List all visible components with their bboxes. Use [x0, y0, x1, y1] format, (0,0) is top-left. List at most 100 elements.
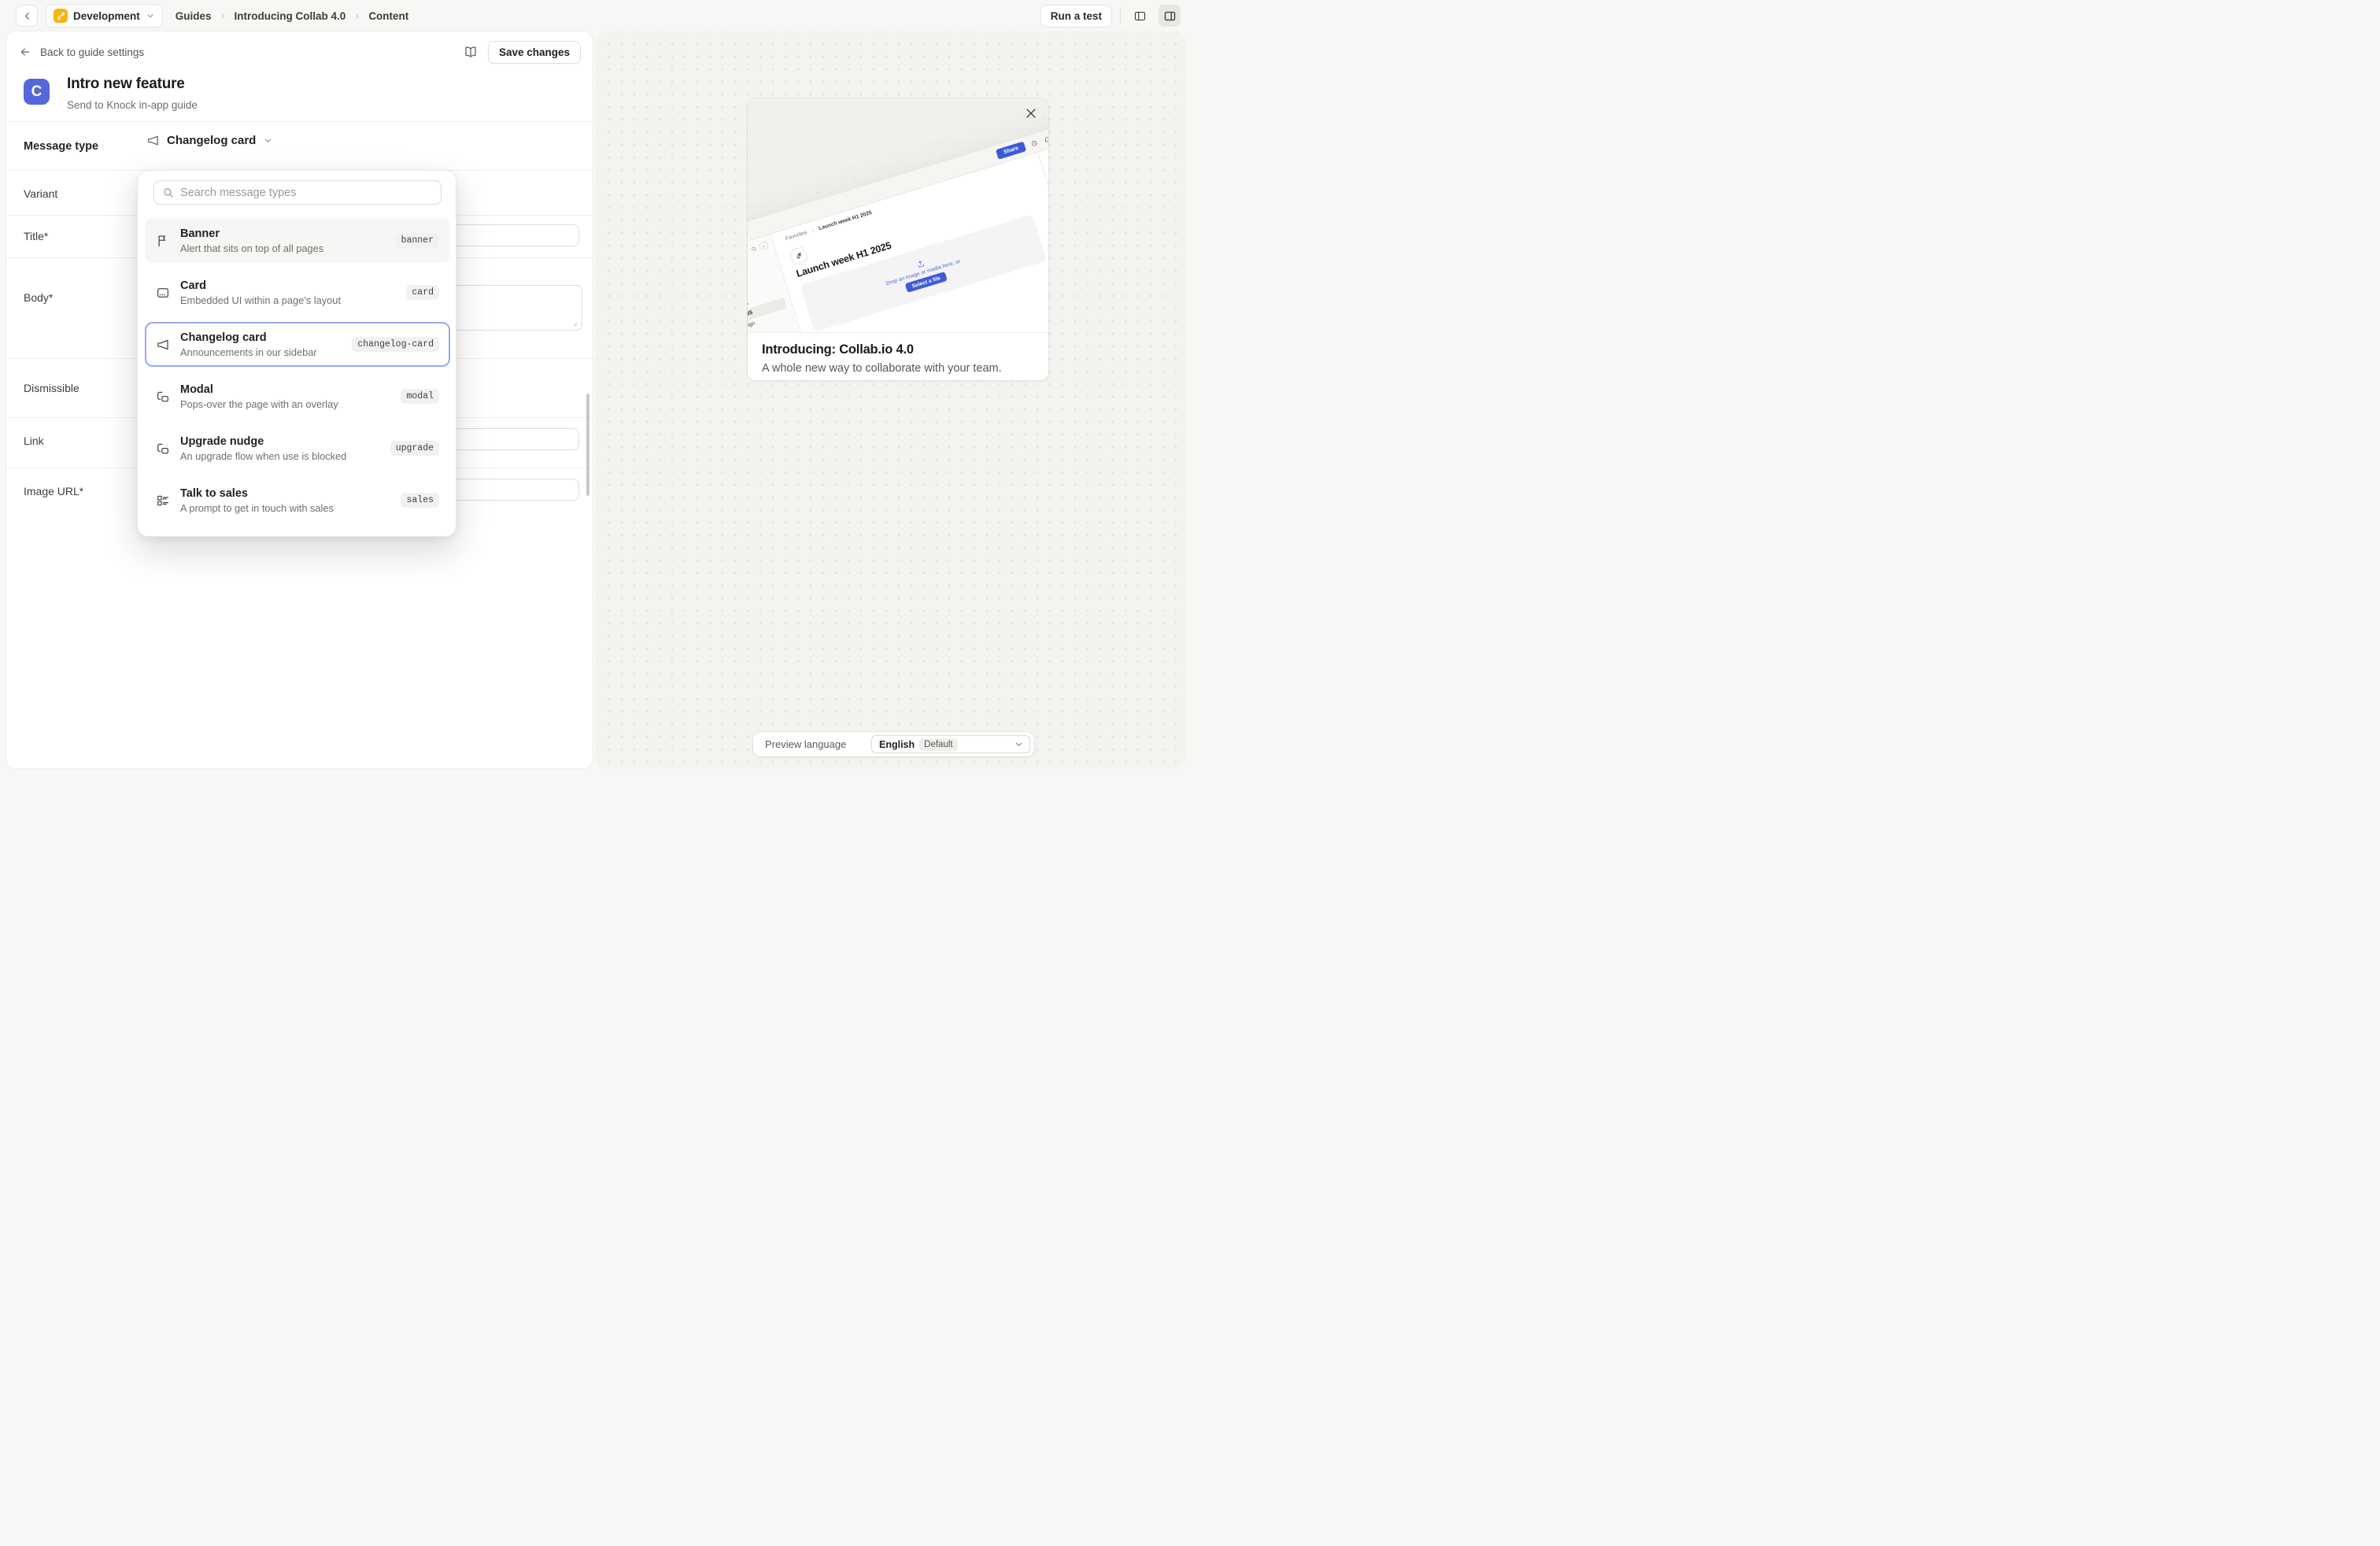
language-default-badge: Default — [919, 738, 957, 751]
arrow-left-icon — [19, 46, 31, 58]
option-icon — [156, 286, 170, 300]
close-icon[interactable] — [1023, 105, 1039, 121]
back-link-label: Back to guide settings — [40, 46, 144, 58]
preview-card-caption: Introducing: Collab.io 4.0 A whole new w… — [748, 332, 1048, 380]
preview-language-select[interactable]: English Default — [871, 735, 1030, 753]
breadcrumb-guides[interactable]: Guides — [176, 10, 212, 22]
environment-switcher[interactable]: Development — [46, 4, 163, 28]
preview-card-subtitle: A whole new way to collaborate with your… — [762, 362, 1034, 375]
preview-card-title: Introducing: Collab.io 4.0 — [762, 342, 1034, 357]
option-description: Embedded UI within a page’s layout — [180, 294, 396, 306]
option-key-badge: card — [406, 285, 439, 300]
save-changes-button[interactable]: Save changes — [488, 41, 581, 64]
row-divider — [6, 121, 593, 122]
dismissible-label: Dismissible — [24, 382, 79, 394]
message-type-option[interactable]: Talk to sales A prompt to get in touch w… — [145, 478, 450, 523]
message-type-options: Banner Alert that sits on top of all pag… — [145, 218, 450, 523]
option-key-badge: changelog-card — [352, 337, 439, 352]
bell-icon — [1043, 135, 1048, 143]
option-title: Talk to sales — [180, 487, 390, 500]
chevron-down-icon — [146, 11, 155, 20]
message-type-option[interactable]: Upgrade nudge An upgrade flow when use i… — [145, 426, 450, 471]
message-type-value: Changelog card — [167, 134, 256, 147]
book-open-icon — [464, 45, 478, 59]
run-a-test-button[interactable]: Run a test — [1040, 5, 1112, 28]
toggle-right-panel-button[interactable] — [1159, 5, 1181, 27]
option-key-badge: upgrade — [390, 441, 439, 456]
breadcrumb: Guides Introducing Collab 4.0 Content — [176, 10, 409, 22]
search-icon — [750, 246, 757, 253]
docs-button[interactable] — [464, 45, 478, 59]
option-description: An upgrade flow when use is blocked — [180, 450, 380, 462]
breadcrumb-guide-name[interactable]: Introducing Collab 4.0 — [235, 10, 346, 22]
message-type-option[interactable]: Modal Pops-over the page with an overlay… — [145, 374, 450, 419]
option-icon — [156, 338, 170, 352]
option-icon — [156, 234, 170, 248]
guide-subtitle: Send to Knock in-app guide — [67, 99, 198, 111]
option-description: Alert that sits on top of all pages — [180, 242, 386, 254]
search-input[interactable] — [180, 187, 433, 199]
chevron-down-icon — [1014, 739, 1024, 749]
variant-label: Variant — [24, 187, 57, 200]
option-key-badge: banner — [396, 233, 439, 248]
app-root: { "topbar": { "environment": { "label": … — [0, 0, 1190, 773]
mini-share-button: Share — [996, 141, 1027, 159]
option-description: Announcements in our sidebar — [180, 346, 342, 358]
back-button[interactable] — [16, 5, 38, 27]
message-type-search[interactable] — [153, 180, 442, 205]
panel-scrollbar[interactable] — [586, 394, 589, 496]
guide-avatar: C — [24, 79, 50, 105]
panel-right-icon — [1163, 9, 1177, 23]
message-type-option[interactable]: Banner Alert that sits on top of all pag… — [145, 218, 450, 263]
message-type-select[interactable]: Changelog card — [146, 134, 273, 147]
toolbar-divider — [1120, 8, 1121, 24]
guide-editor-panel: Back to guide settings Save changes C In… — [6, 31, 593, 768]
chevron-right-icon — [810, 227, 815, 233]
git-branch-icon — [54, 9, 68, 23]
option-icon — [156, 494, 170, 508]
image-url-field-label: Image URL* — [24, 485, 83, 497]
chevron-right-icon — [353, 12, 361, 20]
panel-left-icon — [1133, 9, 1147, 23]
editor-header: Back to guide settings Save changes — [6, 31, 593, 72]
back-to-guide-settings-link[interactable]: Back to guide settings — [19, 46, 144, 58]
history-icon — [1030, 139, 1039, 147]
upload-icon — [915, 258, 926, 269]
toggle-left-panel-button[interactable] — [1129, 5, 1151, 27]
lightning-icon — [759, 241, 769, 250]
preview-language-label: Preview language — [765, 738, 846, 750]
search-icon — [162, 187, 174, 198]
message-type-label: Message type — [24, 140, 98, 153]
option-title: Modal — [180, 383, 390, 396]
option-description: Pops-over the page with an overlay — [180, 398, 390, 410]
link-field-label: Link — [24, 435, 44, 447]
collabio-app-screenshot: Share Collab.io — [748, 98, 1048, 332]
body-field-label: Body* — [24, 291, 53, 304]
option-icon — [156, 442, 170, 456]
guide-identity: C Intro new feature Send to Knock in-app… — [24, 76, 198, 111]
option-title: Banner — [180, 227, 386, 240]
megaphone-icon — [146, 134, 160, 147]
message-type-option[interactable]: Changelog card Announcements in our side… — [145, 322, 450, 367]
language-value: English — [879, 739, 915, 750]
option-key-badge: sales — [401, 493, 439, 508]
guide-title: Intro new feature — [67, 76, 198, 93]
option-description: A prompt to get in touch with sales — [180, 502, 390, 514]
resize-handle-icon[interactable] — [571, 320, 578, 327]
chevron-down-icon — [263, 135, 273, 146]
preview-image-area: Share Collab.io — [748, 98, 1048, 332]
changelog-card-preview: Share Collab.io — [748, 98, 1048, 380]
environment-label: Development — [73, 10, 140, 22]
mini-breadcrumb-root: Favorites — [785, 230, 808, 242]
breadcrumb-content[interactable]: Content — [368, 10, 408, 22]
chevron-left-icon — [21, 10, 33, 22]
chevron-right-icon — [219, 12, 227, 20]
message-type-option[interactable]: Card Embedded UI within a page’s layout … — [145, 270, 450, 315]
title-field-label: Title* — [24, 230, 48, 242]
option-key-badge: modal — [401, 389, 439, 404]
preview-language-bar: Preview language English Default — [753, 732, 1034, 756]
top-navigation-bar: Development Guides Introducing Collab 4.… — [0, 0, 1190, 31]
option-title: Changelog card — [180, 331, 342, 344]
option-title: Card — [180, 279, 396, 292]
rocket-icon — [789, 246, 808, 265]
